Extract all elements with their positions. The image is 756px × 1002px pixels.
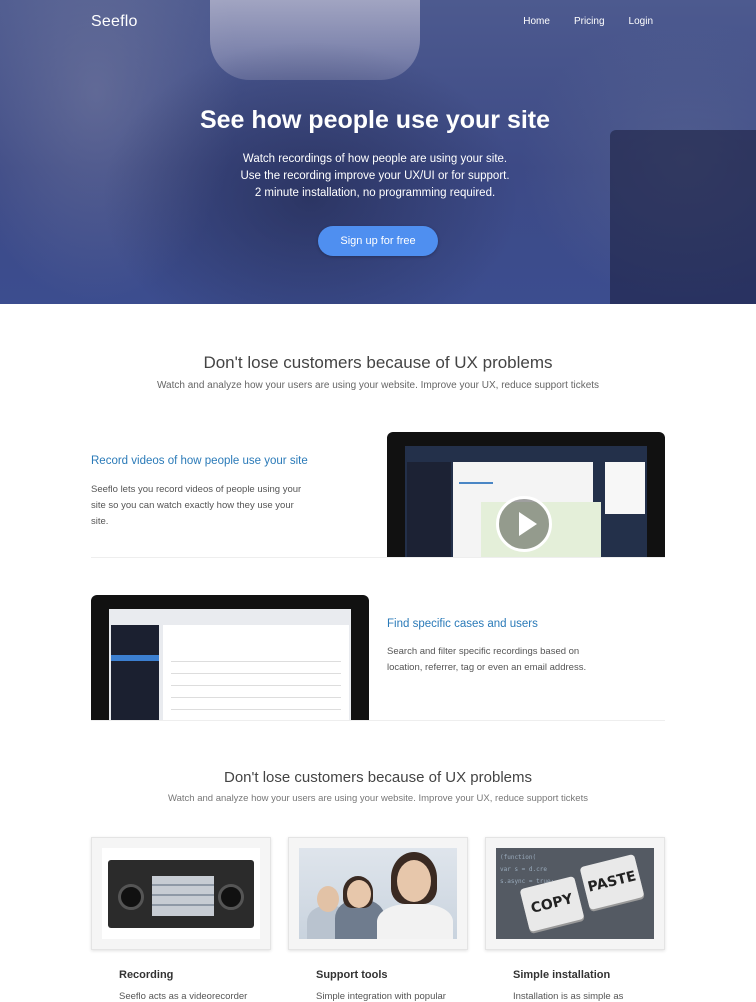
code-overlay: var s = d.cre bbox=[500, 866, 547, 873]
feature-find-title[interactable]: Find specific cases and users bbox=[387, 618, 538, 630]
feature-text-line: site so you can watch exactly how they u… bbox=[91, 500, 294, 511]
tape-label-stripe bbox=[152, 894, 214, 896]
tape-label-stripe bbox=[152, 904, 214, 906]
screen-row bbox=[171, 673, 341, 674]
screen-row bbox=[171, 661, 341, 662]
feature-find-text: Search and filter specific recordings ba… bbox=[387, 644, 586, 676]
agent-body bbox=[377, 904, 453, 939]
feature-record-text: Seeflo lets you record videos of people … bbox=[91, 482, 301, 530]
brand-logo[interactable]: Seeflo bbox=[91, 13, 138, 31]
keyboard-image: (function( var s = d.cre s.async = true;… bbox=[496, 848, 654, 939]
card-support-text: Simple integration with popular bbox=[316, 991, 446, 1002]
hero-subtitle-line: 2 minute installation, no programming re… bbox=[254, 187, 496, 199]
card-installation: (function( var s = d.cre s.async = true;… bbox=[485, 837, 665, 950]
screen-row bbox=[171, 709, 341, 710]
screen-row bbox=[171, 697, 341, 698]
hero-subtitle-line: Use the recording improve your UX/UI or … bbox=[240, 170, 510, 182]
screen-row bbox=[171, 685, 341, 686]
tape-label-stripe bbox=[152, 884, 214, 886]
screen-sidebar-active bbox=[111, 655, 159, 661]
nav-links: Home Pricing Login bbox=[523, 16, 653, 27]
card-recording bbox=[91, 837, 271, 950]
screen-panel bbox=[605, 462, 645, 514]
card-installation-title: Simple installation bbox=[513, 969, 611, 981]
play-icon[interactable] bbox=[496, 496, 552, 552]
screen-progress bbox=[459, 482, 493, 484]
section2-title: Don't lose customers because of UX probl… bbox=[223, 769, 532, 786]
feature-text-line: Seeflo lets you record videos of people … bbox=[91, 484, 302, 495]
agent-head bbox=[317, 886, 339, 912]
screen-sidebar bbox=[111, 625, 159, 721]
screen-sidebar bbox=[407, 462, 451, 558]
agent-head bbox=[347, 880, 371, 908]
hero-section: Seeflo Home Pricing Login See how people… bbox=[0, 0, 756, 304]
feature-text-line: location, referrer, tag or even an email… bbox=[387, 662, 587, 673]
nav-pricing-link[interactable]: Pricing bbox=[574, 16, 605, 27]
laptop-screenshot-search bbox=[91, 595, 369, 721]
divider bbox=[91, 557, 665, 558]
feature-text-line: site. bbox=[91, 516, 109, 527]
card-installation-text: Installation is as simple as bbox=[513, 991, 624, 1002]
feature-record-title[interactable]: Record videos of how people use your sit… bbox=[91, 455, 308, 467]
nav-home-link[interactable]: Home bbox=[523, 16, 550, 27]
card-recording-text: Seeflo acts as a videorecorder bbox=[119, 991, 248, 1002]
divider bbox=[91, 720, 665, 721]
code-overlay: (function( bbox=[500, 854, 537, 861]
vhs-tape-image bbox=[102, 848, 260, 939]
hero-subtitle: Watch recordings of how people are using… bbox=[0, 151, 750, 202]
hero-subtitle-line: Watch recordings of how people are using… bbox=[242, 153, 508, 165]
top-nav: Seeflo Home Pricing Login bbox=[0, 0, 756, 44]
hero-title: See how people use your site bbox=[199, 106, 551, 134]
laptop-screenshot-recording bbox=[387, 432, 665, 558]
tape-reel bbox=[118, 884, 144, 910]
section2-subtitle: Watch and analyze how your users are usi… bbox=[168, 793, 588, 804]
tape-reel bbox=[218, 884, 244, 910]
section1-subtitle: Watch and analyze how your users are usi… bbox=[156, 380, 600, 391]
section1-title: Don't lose customers because of UX probl… bbox=[203, 353, 553, 372]
card-support bbox=[288, 837, 468, 950]
support-agents-image bbox=[299, 848, 457, 939]
card-recording-title: Recording bbox=[119, 969, 174, 981]
vhs-tape-icon bbox=[108, 860, 254, 928]
signup-button[interactable]: Sign up for free bbox=[318, 226, 438, 256]
agent-head bbox=[397, 860, 431, 902]
tape-label bbox=[152, 876, 214, 916]
feature-text-line: Search and filter specific recordings ba… bbox=[387, 646, 580, 657]
nav-login-link[interactable]: Login bbox=[629, 16, 653, 27]
card-support-title: Support tools bbox=[316, 969, 388, 981]
